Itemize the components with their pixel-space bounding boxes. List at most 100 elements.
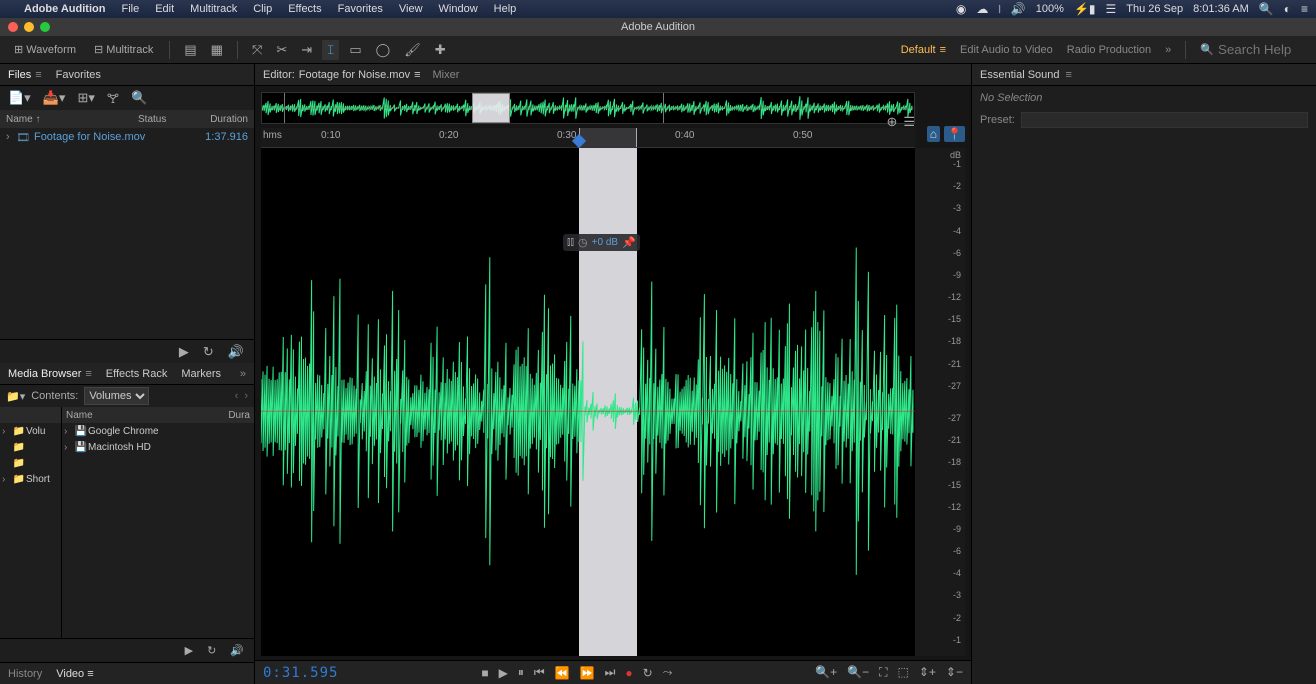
siri-icon[interactable]: ◐ <box>1284 2 1291 16</box>
mb-loop-icon[interactable]: ↻ <box>207 644 216 657</box>
autoplay-preview-icon[interactable]: 🔊 <box>228 344 244 360</box>
mb-col-dur[interactable]: Dura <box>228 410 250 421</box>
col-name[interactable]: Name ↑ <box>6 114 138 125</box>
tab-markers[interactable]: Markers <box>181 368 221 380</box>
files-columns[interactable]: Name ↑ Status Duration <box>0 110 254 128</box>
menu-view[interactable]: View <box>399 3 423 15</box>
go-end-button[interactable]: ⏭ <box>605 665 616 680</box>
volume-icon[interactable]: 🔊 <box>1011 2 1026 16</box>
zoom-out-vert-icon[interactable]: ⇕− <box>946 665 963 680</box>
new-multitrack-icon[interactable]: ⊞▾ <box>75 90 96 106</box>
menu-edit[interactable]: Edit <box>155 3 174 15</box>
mb-col-name[interactable]: Name <box>66 410 228 421</box>
marquee-tool[interactable]: ▭ <box>345 40 365 60</box>
lasso-tool[interactable]: ◯ <box>372 40 395 60</box>
overview-selection[interactable] <box>472 93 510 123</box>
mb-left-row[interactable]: 📁 <box>0 439 61 455</box>
time-ruler[interactable]: hms 0:10 0:20 0:30 0:40 0:50 <box>261 128 915 148</box>
menu-window[interactable]: Window <box>439 3 478 15</box>
loop-button[interactable]: ↻ <box>643 666 653 680</box>
menu-favorites[interactable]: Favorites <box>338 3 383 15</box>
spot-heal-tool[interactable]: ✚ <box>431 40 450 60</box>
col-duration[interactable]: Duration <box>193 114 248 125</box>
timecode-display[interactable]: 0:31.595 <box>263 665 338 681</box>
file-row[interactable]: › 🎞 Footage for Noise.mov 1:37.916 <box>0 128 254 146</box>
loop-preview-icon[interactable]: ↻ <box>203 344 214 360</box>
shortcuts-icon[interactable]: 📁▾ <box>6 390 25 403</box>
menu-help[interactable]: Help <box>494 3 517 15</box>
workspace-default[interactable]: Default ≡ <box>901 44 946 56</box>
mb-play-icon[interactable]: ▶ <box>185 644 193 657</box>
mb-row[interactable]: ›💾Google Chrome <box>62 423 254 439</box>
nav-up-icon[interactable]: ‹ <box>235 390 239 402</box>
skip-selection-button[interactable]: ⤳ <box>663 665 673 680</box>
razor-tool[interactable]: ✂ <box>272 40 291 60</box>
record-button[interactable]: ● <box>625 666 632 680</box>
disclosure-icon[interactable]: › <box>6 131 16 143</box>
col-status[interactable]: Status <box>138 114 193 125</box>
notification-icon[interactable]: ≡ <box>1301 2 1308 16</box>
workspace-edit-video[interactable]: Edit Audio to Video <box>960 44 1053 56</box>
rewind-button[interactable]: ⏪ <box>555 666 570 680</box>
zoom-in-icon[interactable]: 🔍+ <box>815 665 837 680</box>
mb-left-row[interactable]: 📁 <box>0 455 61 471</box>
go-start-button[interactable]: ⏮ <box>534 665 545 680</box>
ruler-selection[interactable] <box>579 128 637 147</box>
mb-autoplay-icon[interactable]: 🔊 <box>230 644 244 657</box>
stop-button[interactable]: ■ <box>481 666 488 680</box>
overview-waveform[interactable] <box>261 92 915 124</box>
hud-gain[interactable]: ⫾⫾ ◷ +0 dB 📌 <box>563 234 640 251</box>
menu-clip[interactable]: Clip <box>253 3 272 15</box>
play-preview-icon[interactable]: ▶ <box>179 344 189 360</box>
spectral-pitch-button[interactable]: ▦ <box>207 40 227 60</box>
zoom-window-button[interactable] <box>40 22 50 32</box>
forward-button[interactable]: ⏩ <box>580 666 595 680</box>
app-name[interactable]: Adobe Audition <box>24 3 105 15</box>
import-icon[interactable]: 📥▾ <box>41 90 68 106</box>
close-window-button[interactable] <box>8 22 18 32</box>
waveform-display[interactable]: ⫾⫾ ◷ +0 dB 📌 <box>261 148 915 656</box>
filter-icon[interactable]: 🝖 <box>105 85 121 111</box>
menu-multitrack[interactable]: Multitrack <box>190 3 237 15</box>
zoom-selection-icon[interactable]: ⬚ <box>898 665 909 680</box>
search-files-icon[interactable]: 🔍 <box>129 90 149 106</box>
spectral-freq-button[interactable]: ▤ <box>180 40 200 60</box>
minimize-window-button[interactable] <box>24 22 34 32</box>
play-button[interactable]: ▶ <box>499 666 508 680</box>
pin-markers-icon[interactable]: 📍 <box>944 126 965 142</box>
hud-pin-icon[interactable]: 📌 <box>622 236 636 249</box>
waveform-mode-button[interactable]: ⊞ Waveform <box>8 41 82 58</box>
menu-file[interactable]: File <box>121 3 139 15</box>
mb-left-row[interactable]: ›📁Short <box>0 471 61 487</box>
tab-effectsrack[interactable]: Effects Rack <box>106 368 168 380</box>
tab-mediabrowser[interactable]: Media Browser ≡ <box>8 368 92 380</box>
tab-favorites[interactable]: Favorites <box>56 69 101 81</box>
mb-row[interactable]: ›💾Macintosh HD <box>62 439 254 455</box>
tab-essential-sound[interactable]: Essential Sound <box>980 69 1060 81</box>
wifi-icon[interactable]: ⧘ <box>998 2 1001 17</box>
zoom-full-icon[interactable]: ⛶ <box>879 665 887 680</box>
tab-editor[interactable]: Editor: Footage for Noise.mov ≡ <box>263 69 421 81</box>
control-center-icon[interactable]: ☰ <box>1105 2 1116 16</box>
tab-files[interactable]: Files ≡ <box>8 69 42 81</box>
tab-history[interactable]: History <box>8 668 42 680</box>
spotlight-icon[interactable]: 🔍 <box>1259 2 1274 16</box>
workspace-radio[interactable]: Radio Production <box>1067 44 1151 56</box>
preset-dropdown[interactable] <box>1021 112 1308 128</box>
multitrack-mode-button[interactable]: ⊟ Multitrack <box>88 41 159 58</box>
search-input[interactable] <box>1218 42 1308 57</box>
time-selection-tool[interactable]: 𝙸 <box>322 40 339 60</box>
cloud-icon[interactable]: ☁ <box>976 2 988 16</box>
workspace-more[interactable]: » <box>1165 44 1171 56</box>
pin-cti-icon[interactable]: ⌂ <box>927 126 940 142</box>
menubar-time[interactable]: 8:01:36 AM <box>1193 3 1249 15</box>
search-help[interactable]: 🔍 <box>1200 42 1308 57</box>
tab-mixer[interactable]: Mixer <box>433 69 460 81</box>
menu-effects[interactable]: Effects <box>288 3 321 15</box>
open-file-icon[interactable]: 📄▾ <box>6 90 33 106</box>
brush-tool[interactable]: 🖌 <box>400 40 425 60</box>
pause-button[interactable]: ⏸ <box>518 665 524 680</box>
move-tool[interactable]: ⤧ <box>248 40 266 60</box>
zoom-out-icon[interactable]: 🔍− <box>847 665 869 680</box>
slip-tool[interactable]: ⇥ <box>297 40 316 60</box>
